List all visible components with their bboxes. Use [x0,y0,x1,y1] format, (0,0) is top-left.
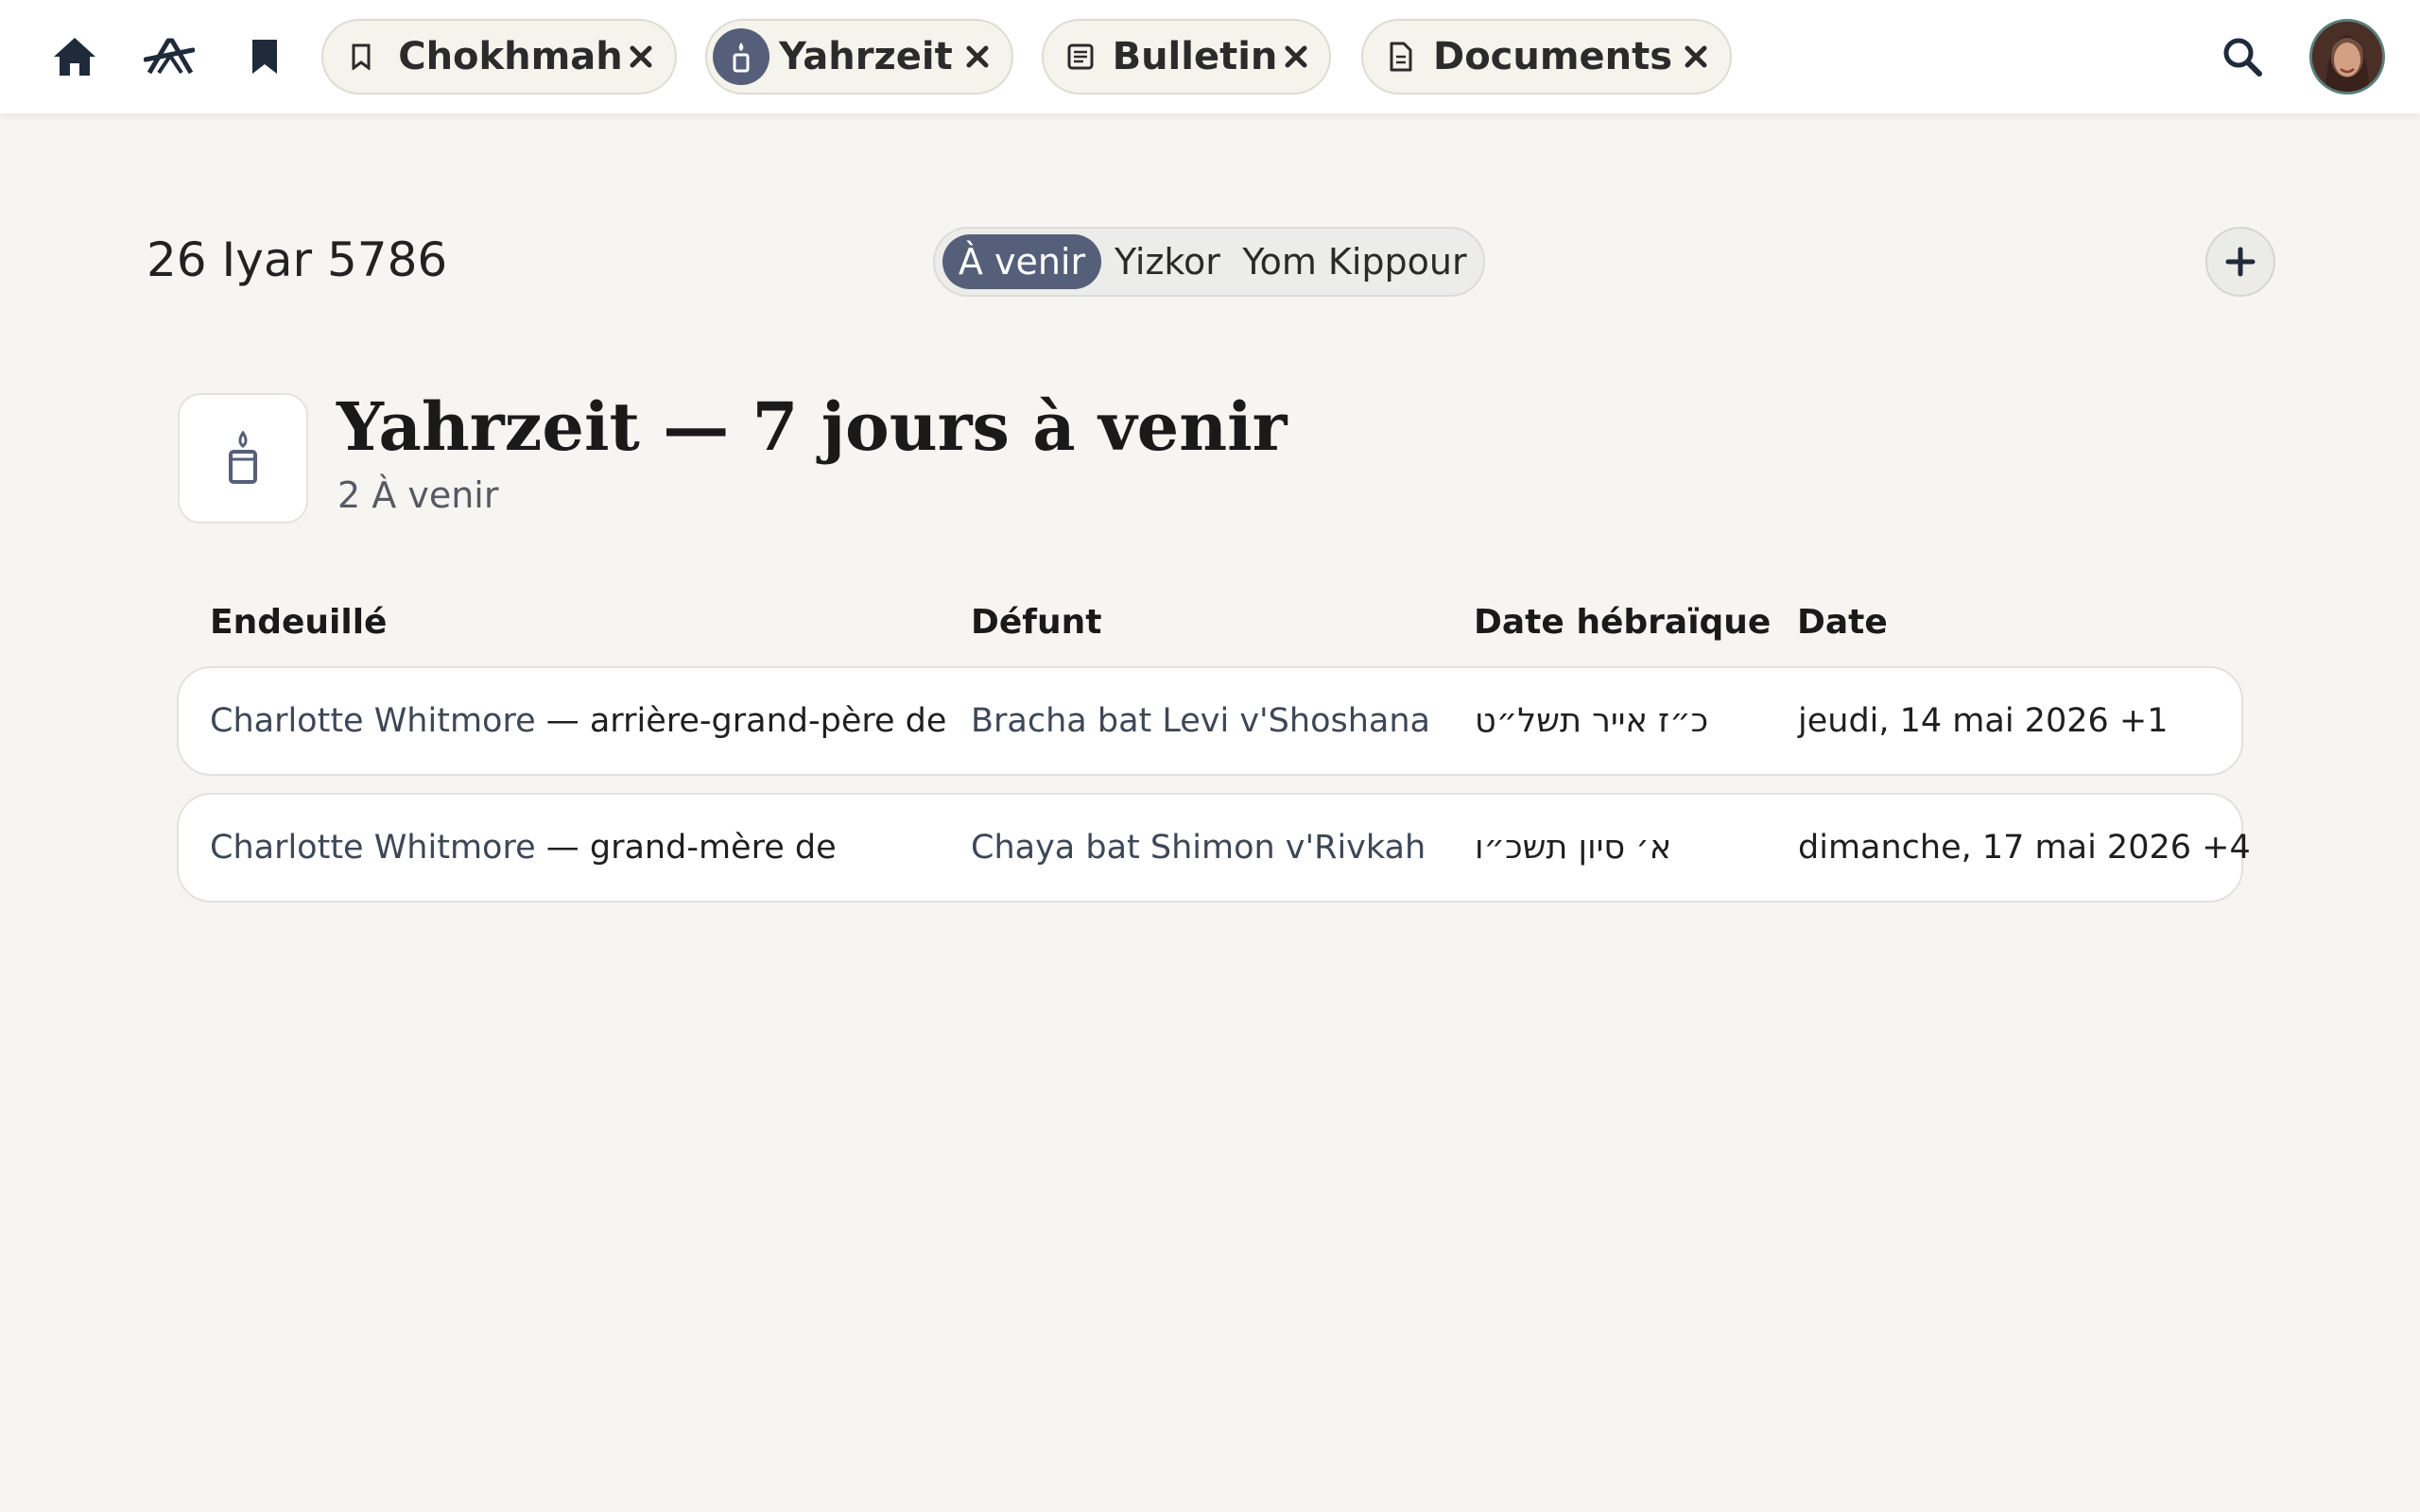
tab-bulletin[interactable]: Bulletin [1042,19,1331,94]
section-subtitle: 2 À venir [337,474,499,516]
hebrew-date: 26 Iyar 5786 [147,232,448,287]
candle-icon [229,431,257,484]
tab-yahrzeit[interactable]: Yahrzeit [705,19,1013,94]
column-header-deceased[interactable]: Défunt [971,603,1101,642]
column-header-mourner[interactable]: Endeuillé [210,603,387,642]
hebrew-date-cell: א׳ סיון תשכ״ו [1475,829,1672,867]
tools-icon[interactable] [143,30,196,83]
bookmark-icon[interactable] [238,30,291,83]
add-button[interactable] [2205,227,2275,297]
hebrew-date-cell: כ״ז אייר תשל״ט [1475,702,1709,740]
section-candle-icon [178,393,308,524]
tab-label: Bulletin [1112,35,1278,78]
close-icon[interactable] [623,38,660,76]
close-icon[interactable] [1277,38,1314,76]
table-row[interactable]: Charlotte Whitmore — arrière-grand-père … [177,666,2243,776]
top-bar: Chokhmah Yahrzeit Bulletin Documents [0,0,2420,113]
mourner-link[interactable]: Charlotte Whitmore [210,829,536,867]
mourner-link[interactable]: Charlotte Whitmore [210,702,536,740]
tab-label: Documents [1433,35,1673,78]
bookmark-outline-icon [342,43,379,70]
date-cell: jeudi, 14 mai 2026 +1 [1798,702,2169,740]
date-cell: dimanche, 17 mai 2026 +4 [1798,829,2251,867]
mourner-cell: Charlotte Whitmore — grand-mère de [210,829,837,867]
close-icon[interactable] [1677,38,1715,76]
column-header-hebrew-date[interactable]: Date hébraïque [1474,603,1771,642]
close-icon[interactable] [959,38,996,76]
newspaper-icon [1063,43,1099,71]
document-icon [1382,42,1420,72]
relation-text: — grand-mère de [535,829,837,867]
avatar[interactable] [2309,19,2385,94]
tab-label: Chokhmah [398,35,623,78]
search-icon[interactable] [2216,30,2269,83]
relation-text: — arrière-grand-père de [535,702,947,740]
filter-yizkor[interactable]: Yizkor [1101,234,1234,289]
tab-label: Yahrzeit [779,35,953,78]
filter-a-venir[interactable]: À venir [942,234,1101,289]
candle-icon [713,28,769,85]
filter-yom-kippour[interactable]: Yom Kippour [1234,234,1476,289]
tab-chokhmah[interactable]: Chokhmah [321,19,677,94]
section-title: Yahrzeit — 7 jours à venir [337,387,1288,466]
deceased-cell[interactable]: Chaya bat Shimon v'Rivkah [971,829,1426,867]
tab-documents[interactable]: Documents [1361,19,1732,94]
home-icon[interactable] [48,30,101,83]
mourner-cell: Charlotte Whitmore — arrière-grand-père … [210,702,946,740]
column-header-date[interactable]: Date [1797,603,1888,642]
plus-icon [2225,247,2256,277]
filter-segmented-control: À venir Yizkor Yom Kippour [933,227,1485,297]
table-row[interactable]: Charlotte Whitmore — grand-mère de Chaya… [177,793,2251,902]
deceased-cell[interactable]: Bracha bat Levi v'Shoshana [971,702,1430,740]
